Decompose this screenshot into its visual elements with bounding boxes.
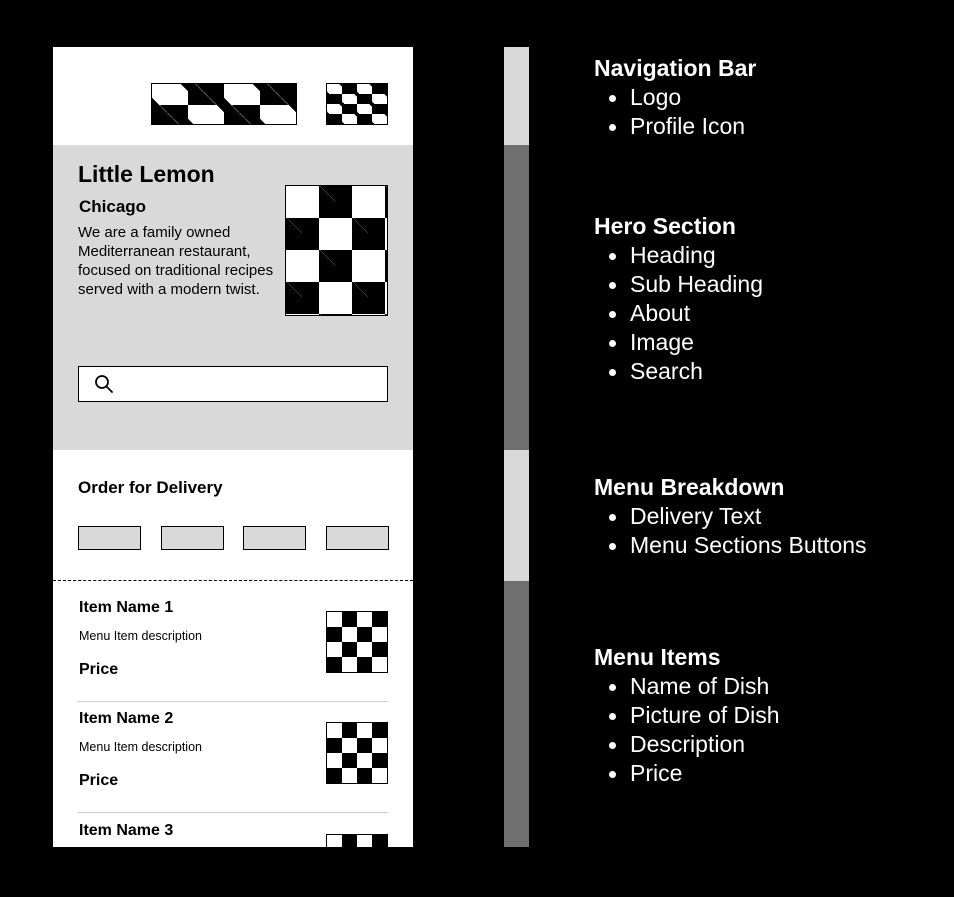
search-input[interactable] — [78, 366, 388, 402]
hero-section: Little Lemon Chicago We are a family own… — [53, 145, 413, 450]
item-name: Item Name 3 — [79, 822, 174, 839]
annotation-item: Picture of Dish — [594, 701, 780, 730]
menu-section-button-2[interactable] — [161, 526, 224, 550]
menu-item[interactable]: Item Name 2 Menu Item description Price — [78, 702, 388, 813]
item-picture — [326, 611, 388, 673]
item-description: Menu Item description — [79, 629, 202, 643]
item-picture — [326, 722, 388, 784]
phone-wireframe: Little Lemon Chicago We are a family own… — [53, 47, 413, 847]
menu-section-button-3[interactable] — [243, 526, 306, 550]
annotation-item: Description — [594, 730, 780, 759]
annotation-item: About — [594, 299, 763, 328]
hero-subheading: Chicago — [79, 197, 147, 216]
hero-image — [285, 185, 388, 316]
annotation-title: Menu Items — [594, 644, 721, 670]
annotation-item: Name of Dish — [594, 672, 780, 701]
section-bar-hero — [504, 145, 529, 450]
hero-about-text: We are a family owned Mediterranean rest… — [78, 224, 274, 298]
annotation-navigation-bar: Navigation Bar Logo Profile Icon — [594, 54, 756, 141]
menu-item[interactable]: Item Name 1 Menu Item description Price — [78, 591, 388, 702]
item-picture — [326, 834, 388, 847]
annotation-title: Menu Breakdown — [594, 474, 785, 500]
search-icon — [95, 375, 113, 393]
menu-breakdown-section: Order for Delivery — [53, 450, 413, 581]
item-price: Price — [79, 661, 119, 678]
item-name: Item Name 1 — [79, 599, 174, 616]
annotation-item: Delivery Text — [594, 502, 867, 531]
annotation-menu-breakdown: Menu Breakdown Delivery Text Menu Sectio… — [594, 473, 867, 560]
navigation-bar — [53, 47, 413, 145]
item-name: Item Name 2 — [79, 710, 174, 727]
annotation-item: Sub Heading — [594, 270, 763, 299]
menu-item[interactable]: Item Name 3 — [78, 814, 388, 847]
delivery-text: Order for Delivery — [78, 478, 223, 497]
annotation-title: Navigation Bar — [594, 55, 757, 81]
item-price: Price — [79, 772, 119, 789]
profile-icon[interactable] — [326, 83, 388, 125]
item-description: Menu Item description — [79, 740, 202, 754]
section-bar-menu-breakdown — [504, 450, 529, 581]
hero-heading: Little Lemon — [78, 161, 215, 187]
annotation-title: Hero Section — [594, 213, 736, 239]
annotation-item: Search — [594, 357, 763, 386]
annotation-hero-section: Hero Section Heading Sub Heading About I… — [594, 212, 763, 386]
annotation-menu-items: Menu Items Name of Dish Picture of Dish … — [594, 643, 780, 788]
annotation-item: Image — [594, 328, 763, 357]
logo-placeholder-image[interactable] — [151, 83, 297, 125]
annotation-item: Price — [594, 759, 780, 788]
annotation-item: Heading — [594, 241, 763, 270]
section-bar-menu-items — [504, 581, 529, 847]
section-bar-navigation — [504, 47, 529, 145]
annotation-item: Profile Icon — [594, 112, 756, 141]
annotation-item: Menu Sections Buttons — [594, 531, 867, 560]
menu-section-button-1[interactable] — [78, 526, 141, 550]
annotation-item: Logo — [594, 83, 756, 112]
menu-section-button-4[interactable] — [326, 526, 389, 550]
